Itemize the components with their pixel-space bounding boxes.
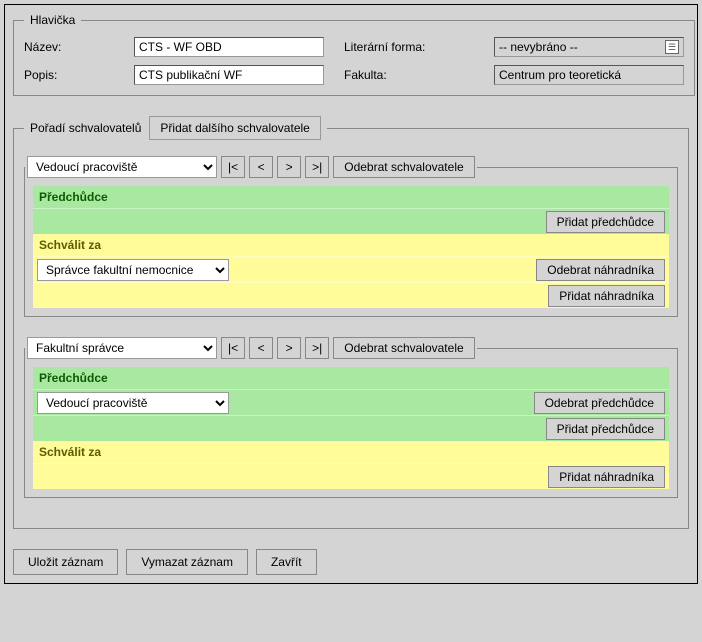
bottom-button-bar: Uložit záznam Vymazat záznam Zavřít xyxy=(13,549,689,575)
litform-value: -- nevybráno -- xyxy=(499,40,578,54)
approver1-schv-header: Schválit za xyxy=(33,234,669,256)
orders-legend: Pořadí schvalovatelů xyxy=(30,121,141,135)
approver2-remove-pred-button[interactable]: Odebrat předchůdce xyxy=(534,392,665,414)
list-icon: ☰ xyxy=(665,40,679,54)
desc-input[interactable] xyxy=(134,65,324,85)
approver1-add-sub-button[interactable]: Přidat náhradníka xyxy=(548,285,665,307)
approver2-pred-select[interactable]: Vedoucí pracoviště xyxy=(37,392,229,414)
approver-box-1: Vedoucí pracoviště |< < > >| Odebrat sch… xyxy=(24,156,678,317)
approver2-remove-button[interactable]: Odebrat schvalovatele xyxy=(333,337,474,359)
approver1-legend: Vedoucí pracoviště |< < > >| Odebrat sch… xyxy=(25,156,477,178)
close-button[interactable]: Zavřít xyxy=(256,549,317,575)
approver1-add-pred-button[interactable]: Přidat předchůdce xyxy=(546,211,665,233)
approver1-prev-button[interactable]: < xyxy=(249,156,273,178)
approver1-role-select[interactable]: Vedoucí pracoviště xyxy=(27,156,217,178)
faculty-label: Fakulta: xyxy=(344,68,474,82)
name-input[interactable] xyxy=(134,37,324,57)
approver2-add-sub-button[interactable]: Přidat náhradníka xyxy=(548,466,665,488)
approver1-pred-header: Předchůdce xyxy=(33,186,669,208)
name-label: Název: xyxy=(24,40,114,54)
desc-label: Popis: xyxy=(24,68,114,82)
approver1-remove-button[interactable]: Odebrat schvalovatele xyxy=(333,156,474,178)
save-button[interactable]: Uložit záznam xyxy=(13,549,118,575)
approver2-pred-header: Předchůdce xyxy=(33,367,669,389)
approver1-remove-sub-button[interactable]: Odebrat náhradníka xyxy=(536,259,665,281)
approver2-schv-header: Schválit za xyxy=(33,441,669,463)
delete-button[interactable]: Vymazat záznam xyxy=(126,549,248,575)
approver-box-2: Fakultní správce |< < > >| Odebrat schva… xyxy=(24,337,678,498)
approver1-last-button[interactable]: >| xyxy=(305,156,329,178)
litform-select[interactable]: -- nevybráno -- ☰ xyxy=(494,37,684,57)
approver2-next-button[interactable]: > xyxy=(277,337,301,359)
approver2-legend: Fakultní správce |< < > >| Odebrat schva… xyxy=(25,337,477,359)
approver2-last-button[interactable]: >| xyxy=(305,337,329,359)
add-approver-button[interactable]: Přidat dalšího schvalovatele xyxy=(149,116,320,140)
approver2-add-pred-button[interactable]: Přidat předchůdce xyxy=(546,418,665,440)
header-legend: Hlavička xyxy=(24,13,81,27)
faculty-value: Centrum pro teoretická xyxy=(499,68,621,82)
litform-label: Literární forma: xyxy=(344,40,474,54)
approver2-role-select[interactable]: Fakultní správce xyxy=(27,337,217,359)
approver1-sub-select[interactable]: Správce fakultní nemocnice xyxy=(37,259,229,281)
approver1-next-button[interactable]: > xyxy=(277,156,301,178)
approver2-first-button[interactable]: |< xyxy=(221,337,245,359)
main-panel: Hlavička Název: Literární forma: -- nevy… xyxy=(4,4,698,584)
orders-legend-group: Pořadí schvalovatelů Přidat dalšího schv… xyxy=(24,116,327,140)
orders-fieldset: Pořadí schvalovatelů Přidat dalšího schv… xyxy=(13,116,689,529)
header-fieldset: Hlavička Název: Literární forma: -- nevy… xyxy=(13,13,695,96)
approver2-prev-button[interactable]: < xyxy=(249,337,273,359)
approver1-first-button[interactable]: |< xyxy=(221,156,245,178)
faculty-display: Centrum pro teoretická xyxy=(494,65,684,85)
